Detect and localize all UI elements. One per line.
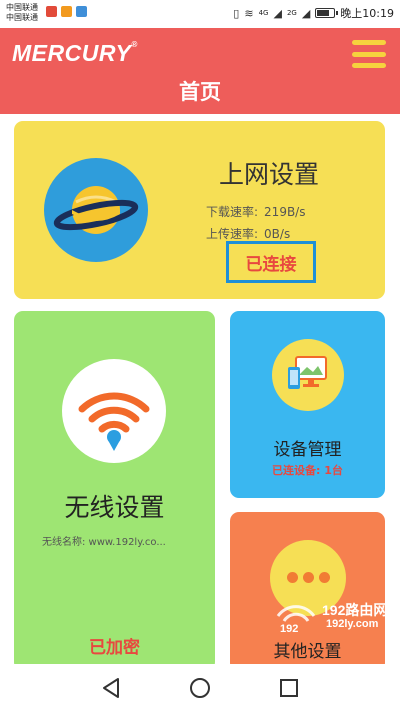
upload-rate: 上传速率: 0B/s <box>206 225 290 242</box>
watermark-text: 192路由网 <box>322 602 388 618</box>
other-settings-card[interactable]: 其他设置 <box>230 512 385 672</box>
menu-line <box>352 40 386 45</box>
wireless-ssid: 无线名称: www.192ly.co... <box>42 537 166 548</box>
system-nav-bar <box>0 664 400 711</box>
recent-apps-icon[interactable] <box>277 676 301 700</box>
signal-strength-icon: ◢ <box>273 6 282 20</box>
signal-icon: ▯ <box>233 6 240 20</box>
more-dot <box>286 572 298 583</box>
device-management-title: 设备管理 <box>273 440 342 460</box>
app-notification-icon <box>61 6 72 17</box>
carrier-labels: 中国联通 中国联通 <box>6 3 38 23</box>
connection-status-button[interactable]: 已连接 <box>226 241 316 283</box>
battery-level <box>317 10 330 16</box>
clock: 晚上10:19 <box>340 7 394 20</box>
watermark-number: 192 <box>280 623 298 634</box>
site-watermark: 192 192路由网 192ly.com <box>270 598 400 638</box>
carrier-2: 中国联通 <box>6 13 38 22</box>
download-rate: 下载速率: 219B/s <box>206 203 305 220</box>
mercury-logo: MERCURY® <box>12 40 138 66</box>
network-type-2: 2G <box>286 9 297 17</box>
connected-devices-count: 已连设备: 1台 <box>272 464 343 477</box>
status-right: ▯ ≋ 4G ◢ 2G ◢ 晚上10:19 <box>233 5 394 21</box>
app-notification-icon <box>76 6 87 17</box>
other-settings-title: 其他设置 <box>273 642 342 662</box>
network-type-1: 4G <box>258 9 269 17</box>
device-management-card[interactable]: 设备管理 已连设备: 1台 <box>230 311 385 498</box>
devices-icon <box>272 339 344 411</box>
back-icon[interactable] <box>99 676 123 700</box>
download-rate-label: 下载速率: <box>206 205 259 219</box>
battery-icon <box>315 8 339 18</box>
download-rate-value: 219B/s <box>264 205 306 219</box>
status-bar: 中国联通 中国联通 ▯ ≋ 4G ◢ 2G ◢ 晚上10:19 <box>0 0 400 28</box>
wifi-status-icon: ≋ <box>244 6 254 20</box>
more-dot <box>302 572 314 583</box>
planet-icon <box>44 158 148 262</box>
encryption-status: 已加密 <box>89 638 140 658</box>
wifi-icon <box>62 359 166 463</box>
internet-settings-title: 上网设置 <box>218 160 319 189</box>
wireless-settings-title: 无线设置 <box>64 493 165 522</box>
home-icon[interactable] <box>188 676 212 700</box>
menu-line <box>352 63 386 68</box>
wireless-settings-card[interactable]: 无线设置 无线名称: www.192ly.co... 已加密 <box>14 311 215 671</box>
carrier-1: 中国联通 <box>6 3 38 12</box>
notification-icons <box>46 6 87 17</box>
menu-line <box>352 51 386 57</box>
app-header: MERCURY® 首页 <box>0 28 400 114</box>
internet-settings-card[interactable]: 上网设置 下载速率: 219B/s 上传速率: 0B/s 已连接 <box>14 121 385 299</box>
page-title: 首页 <box>179 80 221 104</box>
menu-button[interactable] <box>352 40 386 68</box>
more-dot <box>318 572 330 583</box>
upload-rate-label: 上传速率: <box>206 227 259 241</box>
watermark-url: 192ly.com <box>326 618 379 630</box>
upload-rate-value: 0B/s <box>264 227 291 241</box>
app-notification-icon <box>46 6 57 17</box>
signal-strength-icon: ◢ <box>301 6 311 20</box>
